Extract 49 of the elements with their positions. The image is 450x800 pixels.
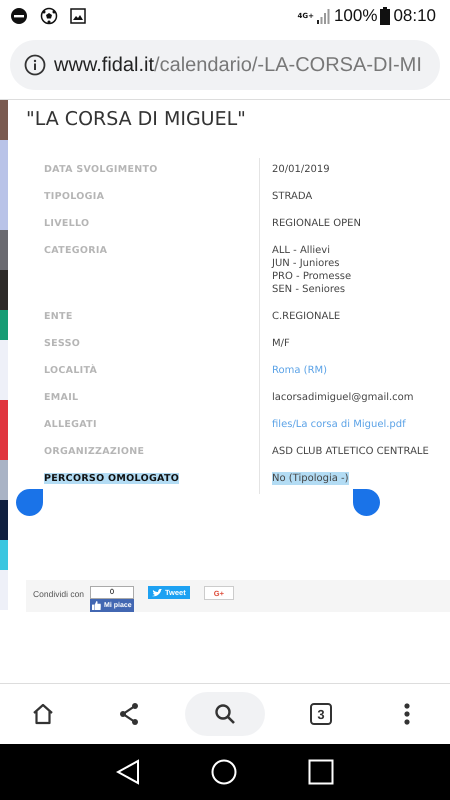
field-label: ENTE <box>44 311 73 322</box>
field-value: No (Tipologia -) <box>272 472 349 485</box>
share-icon <box>117 702 141 726</box>
share-label: Condividi con <box>33 589 84 599</box>
field-value: JUN - Juniores <box>272 257 340 270</box>
back-icon[interactable] <box>116 759 140 785</box>
recents-icon[interactable] <box>308 759 334 785</box>
field-value: ALL - Allievi <box>272 244 330 257</box>
field-value: REGIONALE OPEN <box>272 217 361 230</box>
selection-handle[interactable] <box>353 489 380 516</box>
field-label: TIPOLOGIA <box>44 191 104 202</box>
field-label: PERCORSO OMOLOGATO <box>44 473 180 484</box>
clock: 08:10 <box>393 6 436 26</box>
info-icon <box>24 54 46 76</box>
field-label: LOCALITÀ <box>44 365 98 376</box>
ball-icon <box>40 7 58 25</box>
field-value: SEN - Seniores <box>272 283 346 296</box>
search-button[interactable] <box>185 692 265 736</box>
field-value: STRADA <box>272 190 312 203</box>
field-value: M/F <box>272 337 290 350</box>
bird-icon <box>152 588 162 596</box>
field-value: ASD CLUB ATLETICO CENTRALE <box>272 445 429 458</box>
home-icon <box>31 702 55 726</box>
field-link[interactable]: Roma (RM) <box>272 364 328 377</box>
field-value: C.REGIONALE <box>272 310 340 323</box>
field-label: SESSO <box>44 338 80 349</box>
signal-icon <box>316 8 331 24</box>
field-value: PRO - Promesse <box>272 270 352 283</box>
field-label: DATA SVOLGIMENTO <box>44 164 158 175</box>
page-title: "LA CORSA DI MIGUEL" <box>26 108 247 130</box>
field-value: lacorsadimiguel@gmail.com <box>272 391 414 404</box>
field-label: ORGANIZZAZIONE <box>44 446 144 457</box>
field-label: EMAIL <box>44 392 78 403</box>
image-icon <box>70 8 86 24</box>
field-label: LIVELLO <box>44 218 90 229</box>
tabs-button[interactable]: 3 <box>291 692 351 736</box>
field-value: 20/01/2019 <box>272 163 330 176</box>
block-icon <box>10 7 28 25</box>
selection-handle[interactable] <box>16 489 43 516</box>
more-icon <box>404 703 410 725</box>
home-circle-icon[interactable] <box>210 759 237 785</box>
field-label: CATEGORIA <box>44 245 108 256</box>
field-link[interactable]: files/La corsa di Miguel.pdf <box>272 418 406 431</box>
thumbs-up-icon <box>92 601 102 610</box>
address-bar[interactable]: www.fidal.it/calendario/-LA-CORSA-DI-MI <box>10 40 440 90</box>
battery-icon <box>380 7 390 25</box>
search-icon <box>213 702 237 726</box>
battery-percent: 100% <box>334 6 378 26</box>
field-label: ALLEGATI <box>44 419 97 430</box>
